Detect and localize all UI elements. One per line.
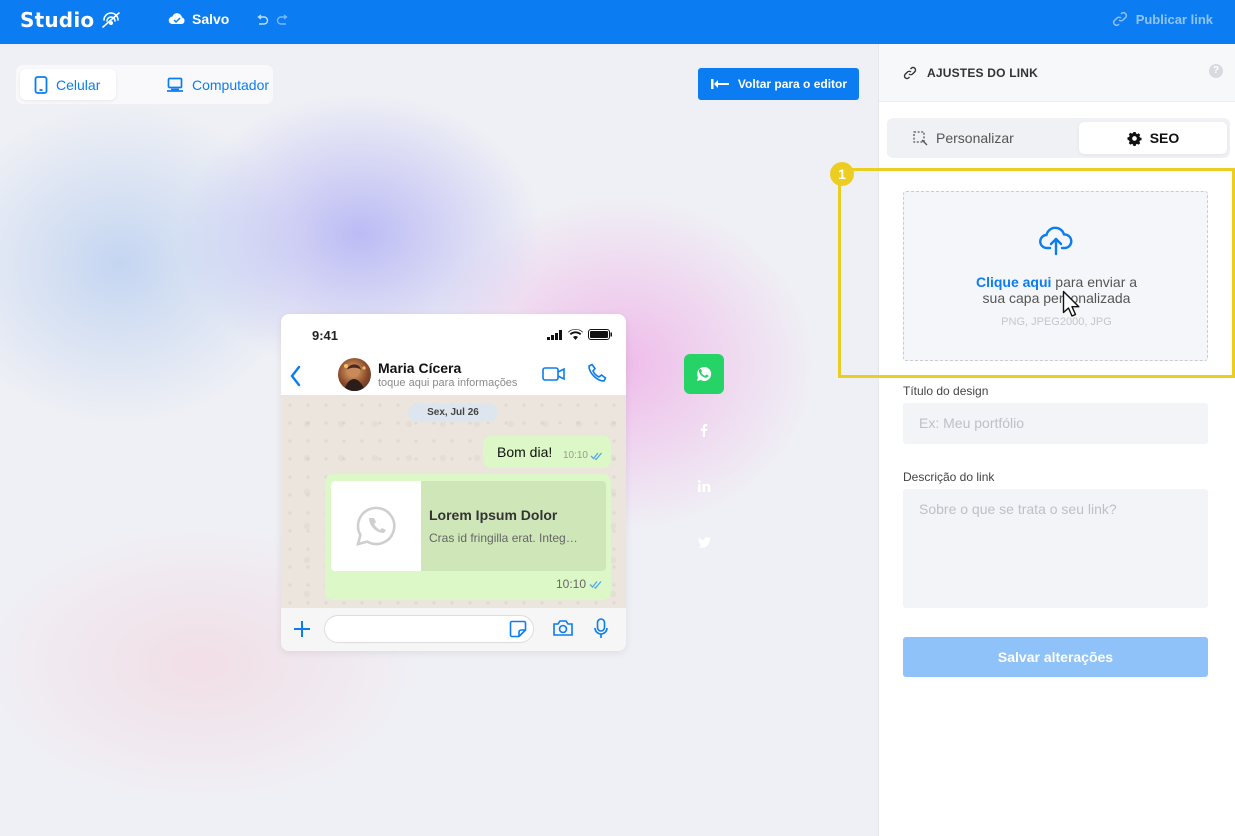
- chat-header[interactable]: Maria Cícera toque aqui para informações: [281, 354, 626, 396]
- chevron-left-icon[interactable]: [289, 365, 303, 392]
- status-time: 9:41: [312, 328, 339, 343]
- microphone-icon[interactable]: [594, 618, 608, 645]
- link-settings-panel: AJUSTES DO LINK ? Personalizar SEO Cliqu…: [878, 44, 1235, 836]
- device-toggle: Celular Computador: [16, 65, 273, 104]
- arrow-left-icon: [710, 79, 729, 89]
- signal-icon: [547, 329, 562, 340]
- help-icon[interactable]: ?: [1209, 64, 1223, 78]
- device-desktop-label: Computador: [192, 76, 270, 93]
- share-linkedin-button[interactable]: [694, 476, 714, 496]
- sticker-icon[interactable]: [509, 620, 527, 643]
- publish-link-button[interactable]: Publicar link: [1112, 11, 1213, 27]
- message-input[interactable]: [324, 615, 534, 643]
- camera-icon[interactable]: [552, 619, 574, 642]
- select-area-icon: [913, 130, 928, 145]
- link-settings-icon: [903, 66, 917, 85]
- whatsapp-phone-preview: 9:41 Maria Cícera toque aqui para inform…: [281, 314, 626, 651]
- preview-canvas: Celular Computador Voltar para o editor …: [0, 44, 878, 836]
- status-icons: [547, 329, 612, 340]
- phone-call-icon[interactable]: [587, 363, 607, 388]
- chat-messages: Sex, Jul 26 Bom dia! 10:10 Lorem Ipsum D…: [281, 396, 626, 608]
- preview-meta: 10:10: [556, 577, 603, 591]
- contact-subtitle: toque aqui para informações: [378, 377, 518, 389]
- contact-avatar[interactable]: [338, 358, 371, 391]
- design-title-input[interactable]: Ex: Meu portfólio: [903, 403, 1208, 444]
- link-preview-card[interactable]: Lorem Ipsum Dolor Cras id fringilla erat…: [331, 481, 606, 571]
- preview-description: Cras id fringilla erat. Integ…: [429, 531, 578, 545]
- preview-time: 10:10: [555, 577, 586, 591]
- smartphone-icon: [34, 75, 48, 94]
- chat-input-bar: [281, 608, 626, 651]
- message-bubble: Bom dia! 10:10: [483, 436, 611, 468]
- wifi-icon: [568, 329, 583, 340]
- contact-name: Maria Cícera: [378, 360, 462, 376]
- design-title-label: Título do design: [903, 384, 989, 398]
- device-mobile-button[interactable]: Celular: [20, 69, 116, 100]
- message-time: 10:10: [562, 450, 588, 461]
- annotation-badge: 1: [830, 162, 854, 186]
- whatsapp-icon: [697, 366, 712, 381]
- panel-tabs: Personalizar SEO: [887, 118, 1230, 158]
- link-brand-icon: [100, 10, 122, 35]
- panel-header: AJUSTES DO LINK ?: [879, 44, 1235, 102]
- publish-link-label: Publicar link: [1135, 11, 1213, 27]
- panel-title: AJUSTES DO LINK: [927, 66, 1039, 80]
- back-to-editor-label: Voltar para o editor: [737, 77, 848, 91]
- share-whatsapp-button[interactable]: [684, 354, 724, 394]
- redo-icon[interactable]: [276, 13, 290, 31]
- mouse-cursor-icon: [1062, 290, 1082, 323]
- twitter-icon: [697, 536, 711, 548]
- facebook-icon: [700, 423, 708, 437]
- double-check-icon: [589, 580, 602, 589]
- message-text: Bom dia!: [497, 444, 553, 460]
- linkedin-icon: [697, 480, 710, 492]
- preview-title: Lorem Ipsum Dolor: [429, 507, 558, 523]
- link-description-textarea[interactable]: Sobre o que se trata o seu link?: [903, 489, 1208, 608]
- undo-icon[interactable]: [255, 13, 269, 31]
- cloud-check-icon: [168, 13, 185, 25]
- share-twitter-button[interactable]: [694, 532, 714, 552]
- link-icon: [1112, 11, 1127, 27]
- tab-seo[interactable]: SEO: [1079, 122, 1227, 154]
- back-to-editor-button[interactable]: Voltar para o editor: [698, 68, 859, 100]
- double-check-icon: [590, 452, 602, 460]
- save-changes-button[interactable]: Salvar alterações: [903, 637, 1208, 677]
- brand-logo[interactable]: Studio: [20, 8, 94, 32]
- tab-seo-label: SEO: [1149, 130, 1180, 146]
- tab-personalizar-label: Personalizar: [936, 130, 1014, 146]
- device-desktop-button[interactable]: Computador: [152, 69, 283, 100]
- message-meta: 10:10: [563, 450, 603, 461]
- gear-icon: [1127, 131, 1142, 146]
- phone-status-bar: 9:41: [281, 314, 626, 354]
- tab-personalizar[interactable]: Personalizar: [913, 122, 1014, 154]
- date-pill: Sex, Jul 26: [408, 404, 498, 422]
- annotation-highlight-box: [838, 168, 1235, 378]
- link-description-label: Descrição do link: [903, 470, 995, 484]
- device-mobile-label: Celular: [56, 76, 101, 93]
- link-preview-bubble[interactable]: Lorem Ipsum Dolor Cras id fringilla erat…: [325, 474, 611, 600]
- battery-icon: [588, 329, 612, 340]
- plus-icon[interactable]: [292, 619, 312, 644]
- whatsapp-logo-icon: [356, 506, 396, 546]
- save-status: Salvo: [168, 11, 229, 27]
- video-call-icon[interactable]: [542, 366, 566, 387]
- share-facebook-button[interactable]: [694, 420, 714, 440]
- preview-thumbnail: [331, 481, 421, 571]
- top-bar: Studio Salvo Publicar link: [0, 0, 1235, 44]
- laptop-icon: [167, 77, 183, 92]
- save-status-label: Salvo: [192, 11, 230, 27]
